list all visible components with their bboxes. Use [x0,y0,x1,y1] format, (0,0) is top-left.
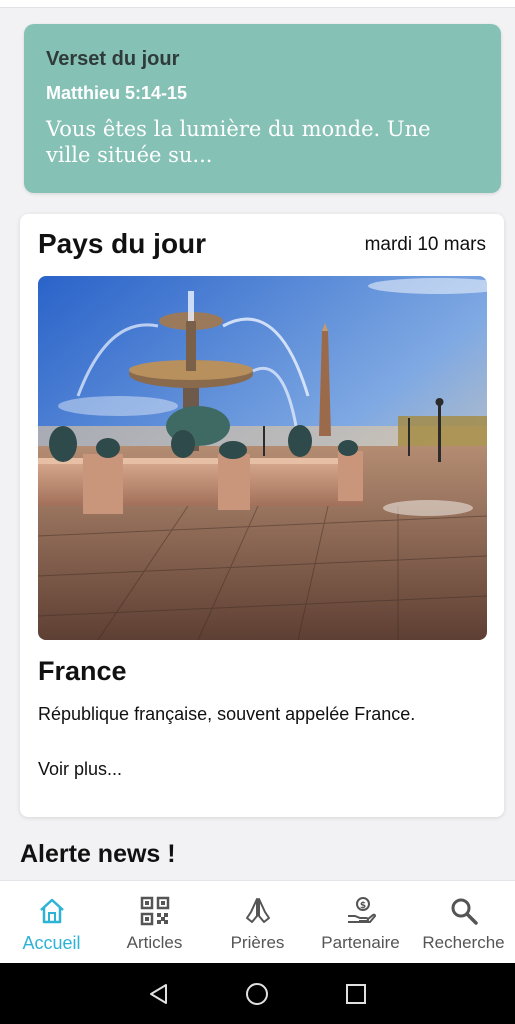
verse-of-the-day-card[interactable]: Verset du jour Matthieu 5:14-15 Vous ête… [24,24,501,193]
nav-label: Partenaire [321,933,400,952]
see-more-link[interactable]: Voir plus... [38,759,122,780]
home-circle-icon[interactable] [243,980,271,1008]
home-icon [36,895,68,927]
search-icon [448,895,480,927]
system-navigation-bar [0,963,515,1024]
verse-title: Verset du jour [46,48,180,70]
country-of-the-day-card: Pays du jour mardi 10 mars France Républ… [20,214,504,817]
card-title: Pays du jour [38,228,207,259]
nav-label: Recherche [422,933,505,952]
nav-item-articles[interactable]: Articles [103,881,206,963]
qr-code-icon [139,895,171,927]
verse-text: Vous êtes la lumière du monde. Une ville… [46,117,431,168]
recent-apps-icon[interactable] [342,980,370,1008]
nav-label: Accueil [22,933,81,953]
nav-item-recherche[interactable]: Recherche [412,881,515,963]
bottom-navigation: Accueil Articles Prières $ Partenaire Re… [0,880,515,963]
donate-hand-icon: $ [345,895,377,927]
svg-text:$: $ [359,901,365,911]
verse-reference: Matthieu 5:14-15 [46,83,188,103]
country-description: République française, souvent appelée Fr… [38,704,416,724]
news-alert-heading: Alerte news ! [20,840,176,868]
nav-label: Prières [230,933,285,952]
card-date: mardi 10 mars [364,234,486,255]
nav-item-accueil[interactable]: Accueil [0,881,103,963]
nav-item-prieres[interactable]: Prières [206,881,309,963]
nav-label: Articles [126,933,183,952]
praying-hands-icon [242,895,274,927]
top-divider [0,0,515,8]
nav-item-partenaire[interactable]: $ Partenaire [309,881,412,963]
country-name: France [38,656,127,686]
country-photo[interactable] [38,276,487,640]
back-icon[interactable] [145,980,173,1008]
